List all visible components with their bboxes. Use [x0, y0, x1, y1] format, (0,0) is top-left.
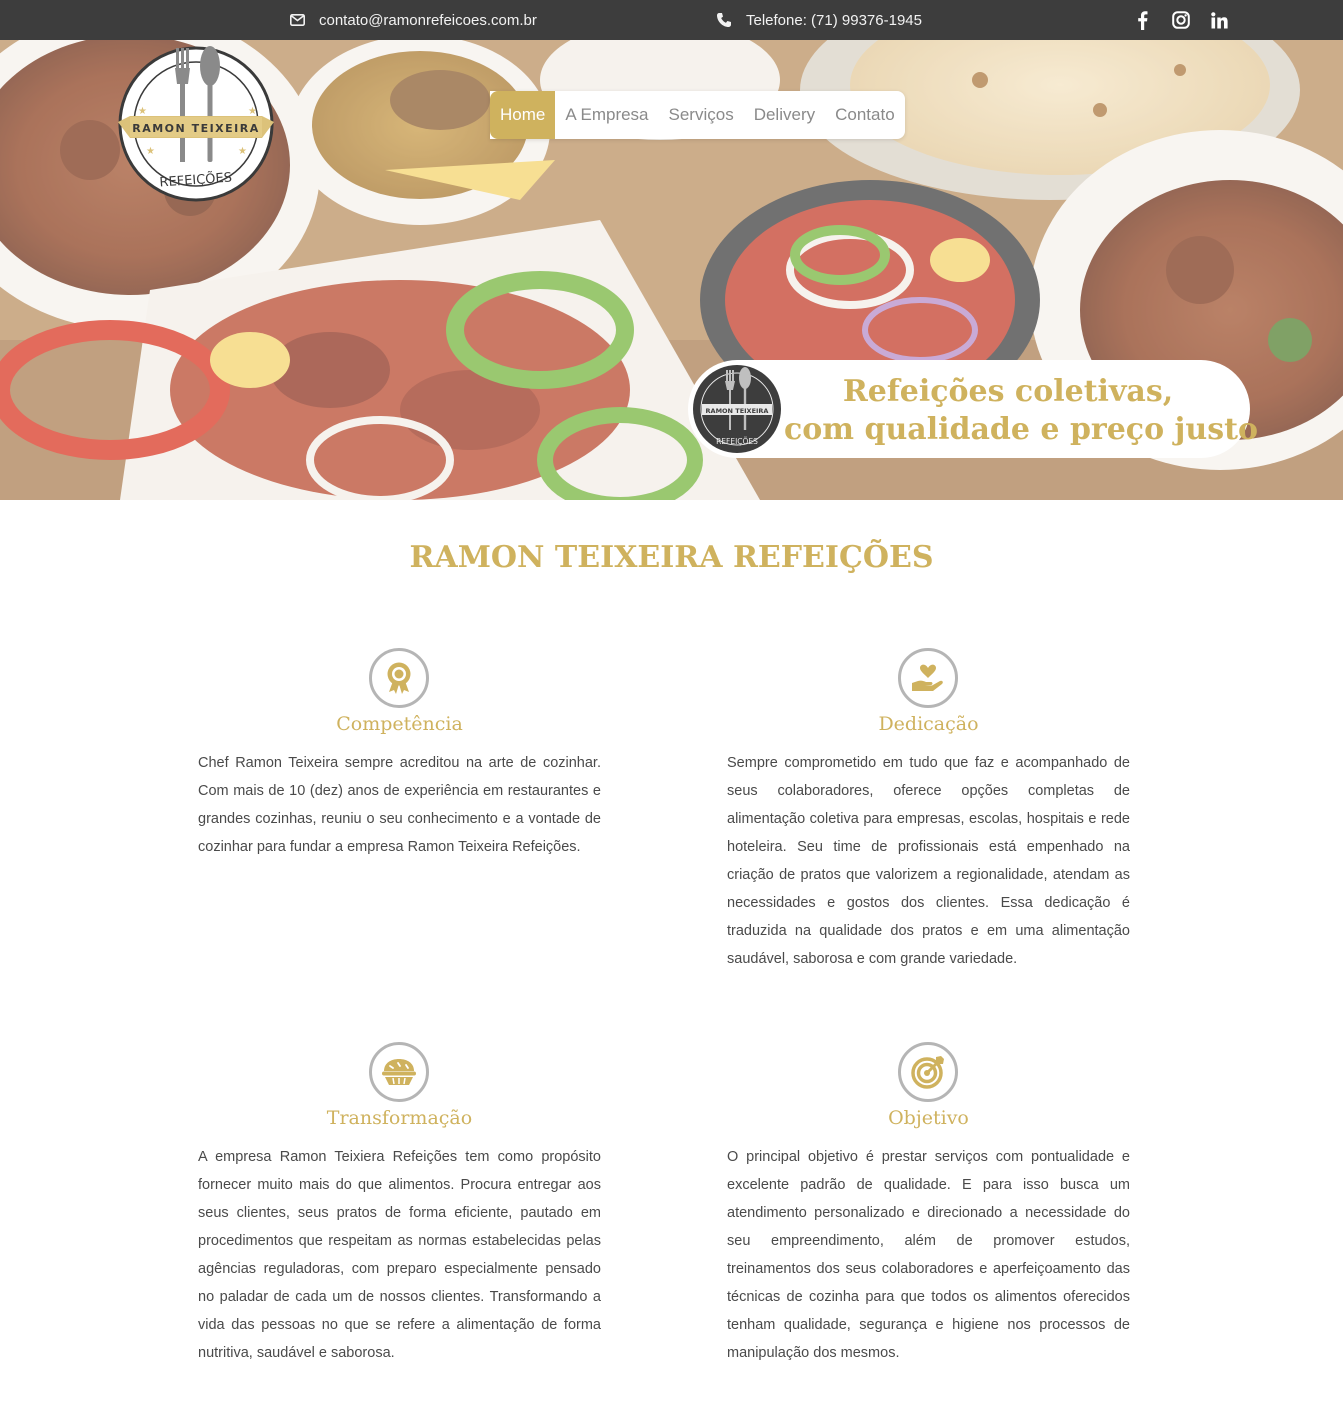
svg-text:RAMON TEIXEIRA: RAMON TEIXEIRA: [706, 407, 769, 415]
phone-icon: [717, 13, 731, 27]
facebook-link[interactable]: [1130, 0, 1154, 40]
nav-a-empresa[interactable]: A Empresa: [555, 91, 658, 139]
feature-text: A empresa Ramon Teixiera Refeições tem c…: [198, 1149, 601, 1361]
nav-servicos[interactable]: Serviços: [659, 91, 744, 139]
brand-logo[interactable]: RAMON TEIXEIRA REFEIÇÕES ★ ★ ★ ★: [116, 44, 276, 204]
envelope-icon: [290, 14, 305, 26]
svg-text:REFEIÇÕES: REFEIÇÕES: [716, 437, 758, 446]
feature-icon-ring: [898, 1042, 958, 1102]
nav-delivery[interactable]: Delivery: [744, 91, 825, 139]
feature-title: Competência: [336, 713, 463, 735]
slogan-line-1: Refeições coletivas,: [842, 374, 1174, 409]
section-title: RAMON TEIXEIRA REFEIÇÕES: [409, 540, 934, 575]
contact-phone[interactable]: Telefone: (71) 99376-1945: [716, 0, 922, 40]
svg-text:★: ★: [248, 106, 257, 117]
hero-banner: RAMON TEIXEIRA REFEIÇÕES ★ ★ ★ ★ Home A …: [0, 40, 1343, 500]
feature-icon-ring: [369, 648, 429, 708]
feature-icon-ring: [369, 1042, 429, 1102]
facebook-icon: [1137, 10, 1147, 30]
feature-title: Dedicação: [878, 713, 979, 735]
linkedin-link[interactable]: [1207, 0, 1231, 40]
instagram-link[interactable]: [1169, 0, 1193, 40]
pie-icon: [382, 1059, 416, 1085]
svg-text:★: ★: [146, 146, 155, 157]
nav-home[interactable]: Home: [490, 91, 556, 139]
target-icon: [911, 1056, 944, 1089]
top-bar: contato@ramonrefeicoes.com.br Telefone: …: [0, 0, 1343, 40]
slogan-badge-logo: RAMON TEIXEIRA REFEIÇÕES: [693, 365, 781, 453]
contact-email[interactable]: contato@ramonrefeicoes.com.br: [290, 0, 537, 40]
svg-text:★: ★: [238, 146, 247, 157]
nav-contato[interactable]: Contato: [825, 91, 905, 139]
hero-slogan: RAMON TEIXEIRA REFEIÇÕES Refeições colet…: [688, 360, 1258, 458]
award-icon: [387, 662, 411, 694]
feature-icon-ring: [898, 648, 958, 708]
linkedin-icon: [1210, 11, 1228, 28]
feature-text: O principal objetivo é prestar serviços …: [727, 1149, 1130, 1361]
slogan-line-2: com qualidade e preço justo: [784, 412, 1258, 447]
svg-text:RAMON TEIXEIRA: RAMON TEIXEIRA: [132, 122, 260, 135]
contact-phone-text[interactable]: Telefone: (71) 99376-1945: [746, 12, 922, 29]
instagram-icon: [1172, 11, 1190, 29]
feature-text: Sempre comprometido em tudo que faz e ac…: [727, 755, 1130, 967]
hand-heart-icon: [912, 664, 943, 691]
svg-text:★: ★: [138, 106, 147, 117]
feature-title: Transformação: [326, 1107, 473, 1129]
contact-email-text[interactable]: contato@ramonrefeicoes.com.br: [319, 12, 537, 29]
main-nav: Home A Empresa Serviços Delivery Contato: [490, 91, 905, 139]
feature-title: Objetivo: [888, 1107, 969, 1129]
feature-text: Chef Ramon Teixeira sempre acreditou na …: [198, 755, 601, 855]
